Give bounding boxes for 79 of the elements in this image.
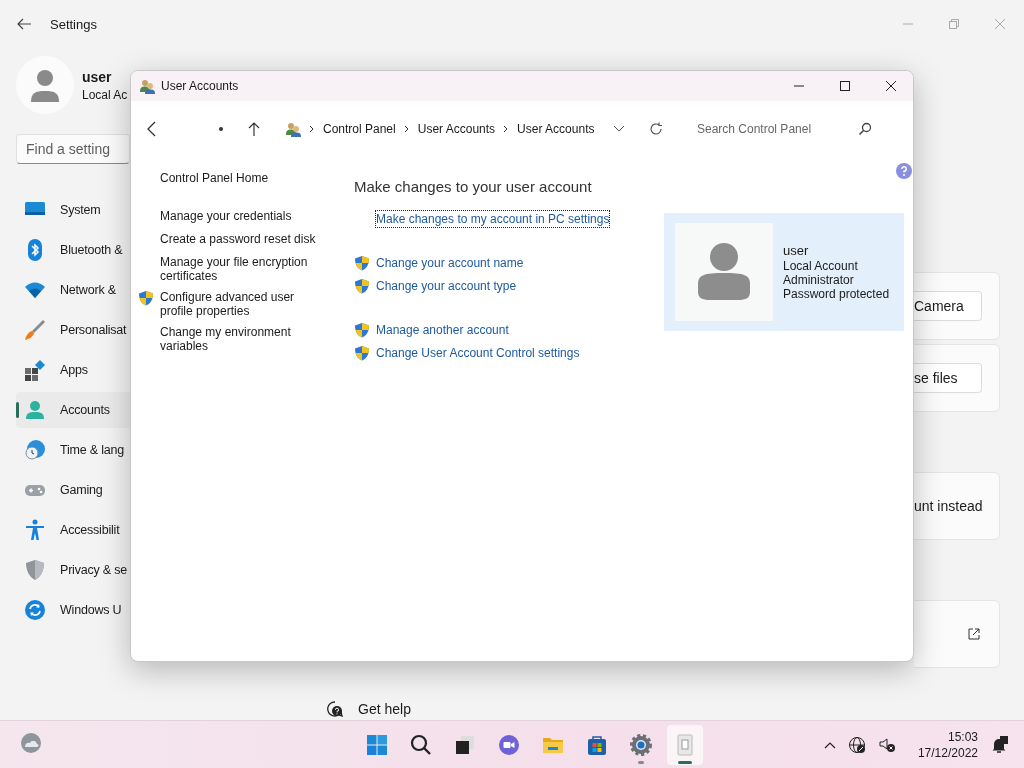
breadcrumb-item[interactable]: User Accounts	[517, 122, 595, 136]
account-type: Local Ac	[82, 87, 128, 102]
users-icon	[139, 78, 155, 94]
shield-icon	[354, 255, 370, 271]
breadcrumb-item[interactable]: User Accounts	[417, 122, 496, 136]
account-detail: Administrator	[783, 273, 855, 287]
account-link[interactable]: Make changes to my account in PC settings	[376, 211, 610, 227]
globe-icon[interactable]	[847, 735, 866, 754]
task-link[interactable]: Manage your file encryption certificates	[160, 255, 320, 283]
account-detail: Password protected	[783, 287, 890, 301]
speaker-muted-icon[interactable]	[877, 735, 896, 754]
help-link[interactable]: Get help	[358, 701, 411, 717]
search-field[interactable]: Search Control Panel	[697, 122, 858, 136]
globe-clock-icon	[23, 438, 47, 462]
breadcrumb-item[interactable]: Control Panel	[323, 122, 396, 136]
refresh-icon[interactable]	[649, 122, 663, 136]
person-icon	[23, 398, 47, 422]
back-arrow-icon[interactable]	[16, 16, 32, 32]
maximize-icon[interactable]	[839, 80, 851, 92]
task-link[interactable]: Change my environment variables	[160, 325, 320, 353]
section-heading: Make changes to your user account	[354, 178, 593, 195]
account-link[interactable]: Change your account type	[376, 278, 517, 294]
sidebar-item[interactable]: Privacy & se	[16, 552, 130, 588]
up-arrow-icon[interactable]	[247, 121, 261, 137]
chevron-icon	[503, 125, 510, 133]
search-icon[interactable]	[409, 732, 433, 757]
video-chat-icon[interactable]	[497, 732, 521, 757]
chevron-icon	[403, 125, 410, 133]
back-icon[interactable]	[145, 121, 157, 137]
sync-icon	[23, 598, 47, 622]
users-icon	[285, 121, 301, 137]
dropdown-icon[interactable]	[613, 125, 625, 133]
clock[interactable]: 15:03 17/12/2022	[917, 728, 978, 761]
accessibility-figure-icon	[23, 518, 47, 542]
account-link[interactable]: Manage another account	[376, 322, 509, 338]
dot-icon	[219, 127, 223, 131]
search-icon	[858, 122, 872, 136]
sidebar-item[interactable]: Apps	[16, 352, 130, 388]
gear-icon[interactable]	[629, 732, 653, 757]
sidebar-item[interactable]: Gaming	[16, 472, 130, 508]
shield-icon	[354, 322, 370, 338]
task-link[interactable]: Configure advanced user profile properties	[160, 290, 320, 318]
sidebar-item[interactable]: Windows U	[16, 592, 130, 628]
shield-icon	[354, 278, 370, 294]
chevron-up-icon[interactable]	[823, 740, 836, 749]
search-field[interactable]: Find a setting	[16, 134, 130, 164]
task-link[interactable]: Manage your credentials	[160, 209, 320, 223]
close-icon[interactable]	[885, 80, 897, 92]
sidebar-item[interactable]: Bluetooth &	[16, 232, 130, 268]
task-link[interactable]: Create a password reset disk	[160, 232, 320, 246]
notification-bell-icon[interactable]	[990, 735, 1008, 754]
apps-icon	[23, 358, 47, 382]
start-icon[interactable]	[365, 732, 389, 757]
help-icon[interactable]	[896, 163, 912, 179]
sidebar-item[interactable]: Network &	[16, 272, 130, 308]
card-button[interactable]: se files	[914, 363, 982, 393]
person-icon	[698, 242, 750, 302]
account-link[interactable]: Change your account name	[376, 255, 524, 271]
paintbrush-icon	[23, 318, 47, 342]
sidebar-item[interactable]: Personalisat	[16, 312, 130, 348]
window-title: Settings	[50, 16, 97, 32]
shield-icon	[138, 290, 154, 306]
task-link[interactable]: Control Panel Home	[160, 171, 320, 185]
chevron-icon	[309, 125, 315, 133]
external-link-icon[interactable]	[967, 627, 981, 641]
account-link[interactable]: Change User Account Control settings	[376, 345, 580, 361]
sidebar-item[interactable]: System	[16, 192, 130, 228]
shield-icon	[23, 558, 47, 582]
selection-indicator	[16, 402, 19, 418]
card-text: unt instead	[914, 498, 983, 514]
sidebar-item[interactable]: Accounts	[16, 392, 130, 428]
window-title: User Accounts	[161, 79, 239, 93]
account-name: user	[783, 243, 810, 258]
shield-icon	[354, 345, 370, 361]
sidebar-item[interactable]: Accessibilit	[16, 512, 130, 548]
sidebar-item[interactable]: Time & lang	[16, 432, 130, 468]
account-detail: Local Account	[783, 259, 859, 273]
user-name: user	[82, 68, 113, 85]
card-button[interactable]: Camera	[914, 291, 982, 321]
